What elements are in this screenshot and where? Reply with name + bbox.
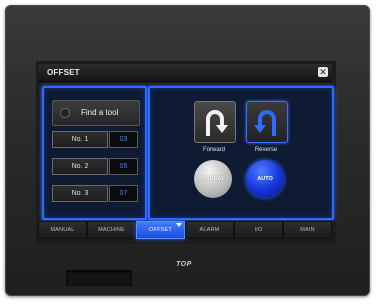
led-indicator-icon: [60, 108, 70, 118]
tab-alarm[interactable]: ALARM: [185, 221, 234, 239]
close-icon[interactable]: ✕: [318, 67, 328, 77]
brand-logo: TOP: [176, 261, 192, 268]
auto-mode-button[interactable]: AUTO: [246, 160, 284, 198]
tool-no-2-value[interactable]: 05: [109, 158, 138, 175]
tool-row-1: No. 1 03: [52, 131, 138, 148]
forward-arrow-icon: [206, 110, 228, 136]
window-title: OFFSET: [47, 68, 80, 77]
tool-no-3-button[interactable]: No. 3: [52, 185, 108, 202]
tool-no-1-button[interactable]: No. 1: [52, 131, 108, 148]
tab-io[interactable]: I/O: [234, 221, 283, 239]
tool-row-3: No. 3 07: [52, 185, 138, 202]
tool-row-2: No. 2 05: [52, 158, 138, 175]
window-titlebar: OFFSET ✕: [38, 64, 332, 82]
reverse-button[interactable]: [246, 101, 288, 143]
find-tool-label: Find a tool: [81, 108, 119, 117]
tab-bar: MANUAL MACHINE OFFSET ALARM I/O MAIN: [38, 221, 332, 239]
tool-no-2-button[interactable]: No. 2: [52, 158, 108, 175]
tab-main[interactable]: MAIN: [283, 221, 332, 239]
usb-slot: [66, 270, 132, 286]
find-tool-button[interactable]: Find a tool: [52, 100, 140, 126]
manual-mode-button[interactable]: MANUAL: [194, 160, 232, 198]
reverse-arrow-icon: [254, 110, 276, 136]
tab-manual[interactable]: MANUAL: [38, 221, 87, 239]
forward-button[interactable]: [194, 101, 236, 143]
direction-panel: [148, 86, 334, 220]
reverse-label: Reverse: [254, 147, 278, 153]
tab-offset[interactable]: OFFSET: [136, 221, 185, 239]
tool-no-1-value[interactable]: 03: [109, 131, 138, 148]
tab-machine[interactable]: MACHINE: [87, 221, 136, 239]
forward-label: Forward: [202, 147, 225, 153]
tool-no-3-value[interactable]: 07: [109, 185, 138, 202]
